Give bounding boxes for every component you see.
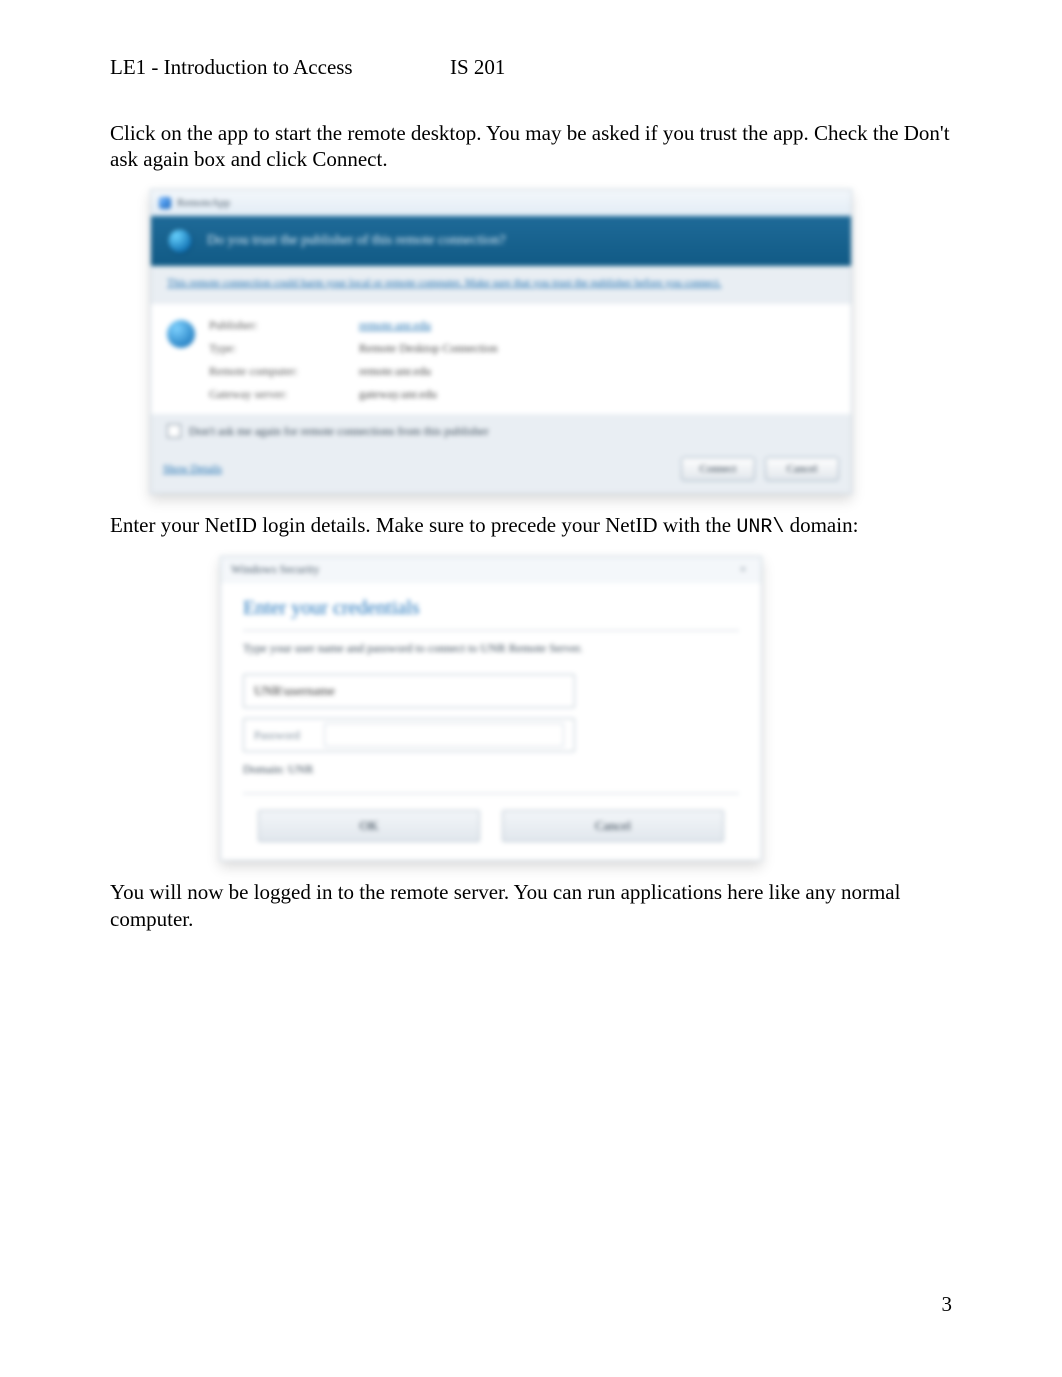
username-value: UNR\username [254, 683, 335, 699]
credentials-titlebar: Windows Security × [221, 557, 761, 583]
connect-button[interactable]: Connect [681, 457, 755, 481]
row-val-gateway: gateway.unr.edu [359, 387, 498, 402]
page-header: LE1 - Introduction to Access IS 201 [110, 55, 952, 80]
app-icon [159, 197, 171, 209]
p2-part-c: domain: [784, 513, 858, 537]
trust-dialog-subtext-span: This remote connection could harm your l… [167, 277, 721, 289]
password-label: Password [254, 728, 324, 743]
instruction-paragraph-1: Click on the app to start the remote des… [110, 120, 952, 173]
trust-dialog: RemoteApp Do you trust the publisher of … [150, 189, 852, 494]
cancel-button[interactable]: Cancel [765, 457, 839, 481]
checkbox-icon[interactable] [167, 424, 181, 438]
password-field[interactable]: Password [243, 718, 575, 752]
show-details-link[interactable]: Show Details [163, 463, 222, 475]
credentials-title: Windows Security [231, 562, 320, 577]
divider [243, 630, 739, 631]
connection-details-table: Publisher: remote.unr.edu Type: Remote D… [209, 318, 498, 402]
password-input-box[interactable] [324, 723, 564, 747]
document-page: LE1 - Introduction to Access IS 201 Clic… [0, 0, 1062, 1377]
row-key-computer: Remote computer: [209, 364, 349, 379]
trust-dialog-banner-text: Do you trust the publisher of this remot… [207, 233, 506, 249]
shield-icon [167, 228, 193, 254]
credentials-dialog: Windows Security × Enter your credential… [220, 556, 762, 862]
username-field[interactable]: UNR\username [243, 674, 575, 708]
header-title-left: LE1 - Introduction to Access [110, 55, 450, 80]
dont-ask-again-row[interactable]: Don't ask me again for remote connection… [151, 414, 851, 449]
instruction-paragraph-3: You will now be logged in to the remote … [110, 879, 952, 932]
credentials-buttons: OK Cancel [243, 793, 739, 842]
header-title-right: IS 201 [450, 55, 610, 80]
trust-dialog-banner: Do you trust the publisher of this remot… [151, 216, 851, 266]
close-icon[interactable]: × [735, 562, 751, 578]
credentials-subtext: Type your user name and password to conn… [243, 641, 739, 657]
p2-part-a: Enter your NetID login details. Make sur… [110, 513, 736, 537]
domain-label: Domain: UNR [243, 762, 739, 777]
row-val-publisher: remote.unr.edu [359, 318, 498, 333]
cancel-button-2[interactable]: Cancel [502, 810, 724, 842]
instruction-paragraph-2: Enter your NetID login details. Make sur… [110, 512, 952, 540]
ok-button[interactable]: OK [258, 810, 480, 842]
row-key-publisher: Publisher: [209, 318, 349, 333]
dont-ask-again-label: Don't ask me again for remote connection… [189, 424, 489, 439]
trust-dialog-titlebar: RemoteApp [151, 190, 851, 216]
trust-dialog-title: RemoteApp [177, 197, 230, 209]
remote-desktop-icon [167, 320, 195, 348]
trust-dialog-subtext: This remote connection could harm your l… [151, 266, 851, 304]
row-val-computer: remote.unr.edu [359, 364, 498, 379]
credentials-body: Enter your credentials Type your user na… [221, 583, 761, 861]
p2-domain-mono: UNR\ [736, 516, 784, 539]
row-key-type: Type: [209, 341, 349, 356]
trust-dialog-body: Publisher: remote.unr.edu Type: Remote D… [151, 304, 851, 414]
trust-dialog-footer: Show Details Connect Cancel [151, 449, 851, 493]
page-number: 3 [942, 1292, 953, 1317]
row-key-gateway: Gateway server: [209, 387, 349, 402]
credentials-heading: Enter your credentials [243, 597, 739, 620]
row-val-type: Remote Desktop Connection [359, 341, 498, 356]
